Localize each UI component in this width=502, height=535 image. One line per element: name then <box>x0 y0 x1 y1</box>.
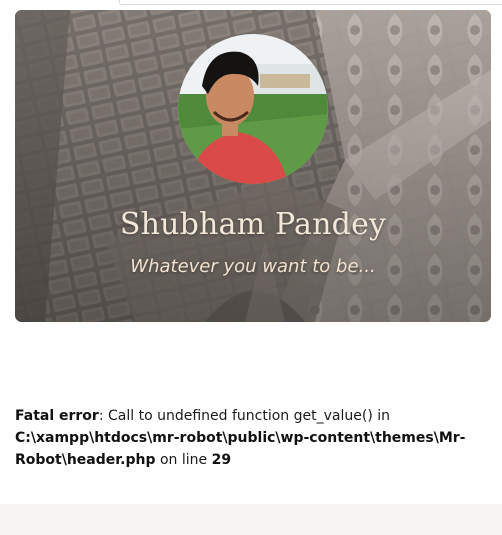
error-label: Fatal error <box>15 408 99 424</box>
header-banner: Shubham Pandey Whatever you want to be..… <box>15 10 491 322</box>
error-file-path: C:\xampp\htdocs\mr-robot\public\wp-conte… <box>15 430 466 468</box>
error-on-line-text: on line <box>155 452 212 468</box>
error-message: : Call to undefined function get_value()… <box>98 408 390 424</box>
error-line-number: 29 <box>211 452 232 468</box>
footer-band <box>0 504 502 535</box>
php-error-message: Fatal error: Call to undefined function … <box>15 405 495 471</box>
site-tagline: Whatever you want to be... <box>130 256 376 277</box>
address-input[interactable] <box>119 0 502 5</box>
profile-avatar <box>178 34 328 184</box>
site-title: Shubham Pandey <box>119 207 387 242</box>
